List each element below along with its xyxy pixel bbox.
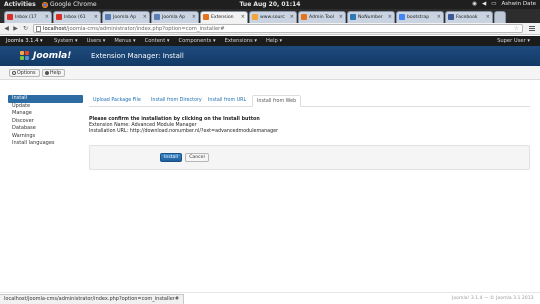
bookmark-star-icon[interactable]: ☆ (514, 25, 519, 32)
facebook-favicon-icon (448, 14, 454, 20)
system-top-bar: Activities Google Chrome Tue Aug 20, 01:… (0, 0, 540, 9)
tab-install-from-web[interactable]: Install from Web (252, 95, 302, 107)
gmail-favicon-icon (56, 14, 62, 20)
url-path: /joomla-cms/administrator/index.php?opti… (66, 26, 225, 32)
back-icon[interactable]: ◀ (3, 25, 10, 32)
menu-components[interactable]: Components ▾ (178, 36, 215, 46)
menu-help[interactable]: Help ▾ (266, 36, 282, 46)
options-button[interactable]: Options (9, 69, 40, 77)
close-tab-icon[interactable]: × (94, 12, 98, 23)
menu-system[interactable]: System ▾ (54, 36, 78, 46)
page-footer: Joomla! 3.1.4 — © Joomla 3.1 2013 (452, 296, 534, 301)
address-bar[interactable]: localhost/joomla-cms/administrator/index… (33, 24, 523, 33)
tab-install-from-directory[interactable]: Install from Directory (147, 95, 206, 107)
browser-toolbar: ◀ ▶ ↻ localhost/joomla-cms/administrator… (0, 23, 540, 35)
browser-status-bar: localhost/joomla-cms/administrator/index… (0, 294, 185, 304)
browser-tab[interactable]: NoNumber × (347, 11, 395, 23)
joomla-favicon-icon (301, 14, 307, 20)
sidebar-item-warnings[interactable]: Warnings (8, 133, 83, 141)
browser-tab[interactable]: Inbox (61 × (53, 11, 101, 23)
menu-content[interactable]: Content ▾ (145, 36, 170, 46)
browser-tab[interactable]: Inbox (17 × (4, 11, 52, 23)
joomla-favicon-icon (203, 14, 209, 20)
browser-tab[interactable]: www.sourc × (249, 11, 297, 23)
admin-menu-items: System ▾ Users ▾ Menus ▾ Content ▾ Compo… (54, 36, 282, 46)
close-tab-icon[interactable]: × (192, 12, 196, 23)
google-favicon-icon (399, 14, 405, 20)
tab-upload-package[interactable]: Upload Package File (89, 95, 145, 107)
joomla-logo-icon (20, 51, 30, 61)
cancel-button[interactable]: Cancel (185, 153, 209, 162)
reload-icon[interactable]: ↻ (22, 25, 29, 32)
page-icon (36, 26, 41, 32)
battery-icon[interactable]: ▭ (491, 0, 496, 9)
close-tab-icon[interactable]: × (290, 12, 294, 23)
sourceforge-favicon-icon (252, 14, 258, 20)
close-tab-icon[interactable]: × (45, 12, 49, 23)
close-tab-icon[interactable]: × (388, 12, 392, 23)
sidebar-item-install[interactable]: Install (8, 95, 83, 103)
joomla-favicon-icon (105, 14, 111, 20)
url-host: localhost (43, 26, 67, 32)
user-menu[interactable]: Ashwin Date (501, 0, 536, 9)
volume-icon[interactable]: ◀ (482, 0, 486, 9)
user-menu[interactable]: Super User ▾ (497, 36, 530, 46)
nonumber-favicon-icon (350, 14, 356, 20)
close-tab-icon[interactable]: × (143, 12, 147, 23)
help-icon (45, 70, 49, 75)
action-well: Install Cancel (89, 145, 530, 170)
browser-tab-strip: Inbox (17 × Inbox (61 × Joomla Ap × Joom… (0, 9, 540, 23)
install-button[interactable]: Install (160, 153, 182, 162)
sidebar-item-update[interactable]: Update (8, 103, 83, 111)
screen: Activities Google Chrome Tue Aug 20, 01:… (0, 0, 540, 304)
footer-divider (0, 292, 540, 293)
gmail-favicon-icon (7, 14, 13, 20)
page-header: Joomla! Extension Manager: Install (0, 46, 540, 66)
logo-text: Joomla! (33, 51, 72, 61)
browser-tab[interactable]: bootstrap × (396, 11, 444, 23)
menu-users[interactable]: Users ▾ (87, 36, 106, 46)
menu-extensions[interactable]: Extensions ▾ (225, 36, 257, 46)
close-tab-icon[interactable]: × (241, 12, 245, 23)
joomla-version-menu[interactable]: Joomla 3.1.4 ▾ (6, 36, 43, 46)
joomla-logo[interactable]: Joomla! (20, 50, 71, 62)
menu-menus[interactable]: Menus ▾ (114, 36, 135, 46)
new-tab-button[interactable] (494, 11, 506, 23)
browser-tab[interactable]: Joomla Ap × (102, 11, 150, 23)
action-toolbar: Options Help (0, 66, 540, 80)
sidebar: Install Update Manage Discover Database … (8, 95, 83, 148)
sidebar-item-install-languages[interactable]: Install languages (8, 140, 83, 148)
sidebar-item-database[interactable]: Database (8, 125, 83, 133)
browser-tab[interactable]: Admin Tool × (298, 11, 346, 23)
system-tray: ◉ ◀ ▭ Ashwin Date (472, 0, 536, 9)
installation-url: Installation URL: http://download.nonumb… (89, 129, 279, 134)
clock[interactable]: Tue Aug 20, 01:14 (0, 0, 540, 9)
browser-tab-active[interactable]: Extension × (200, 11, 248, 23)
sidebar-item-manage[interactable]: Manage (8, 110, 83, 118)
gear-icon (12, 70, 16, 75)
install-confirmation: Please confirm the installation by click… (89, 117, 278, 135)
close-tab-icon[interactable]: × (437, 12, 441, 23)
tab-install-from-url[interactable]: Install from URL (204, 95, 250, 107)
install-tabs: Upload Package File Install from Directo… (89, 95, 530, 107)
browser-tab[interactable]: Facebook × (445, 11, 493, 23)
forward-icon[interactable]: ▶ (12, 25, 19, 32)
joomla-favicon-icon (154, 14, 160, 20)
browser-tab[interactable]: Joomla Ap × (151, 11, 199, 23)
help-button[interactable]: Help (42, 69, 65, 77)
joomla-admin-menu: Joomla 3.1.4 ▾ System ▾ Users ▾ Menus ▾ … (0, 36, 540, 46)
close-tab-icon[interactable]: × (339, 12, 343, 23)
close-tab-icon[interactable]: × (486, 12, 490, 23)
sidebar-item-discover[interactable]: Discover (8, 118, 83, 126)
chrome-menu-icon[interactable] (528, 25, 536, 33)
accessibility-icon[interactable]: ◉ (472, 0, 477, 9)
page-title: Extension Manager: Install (91, 52, 184, 60)
